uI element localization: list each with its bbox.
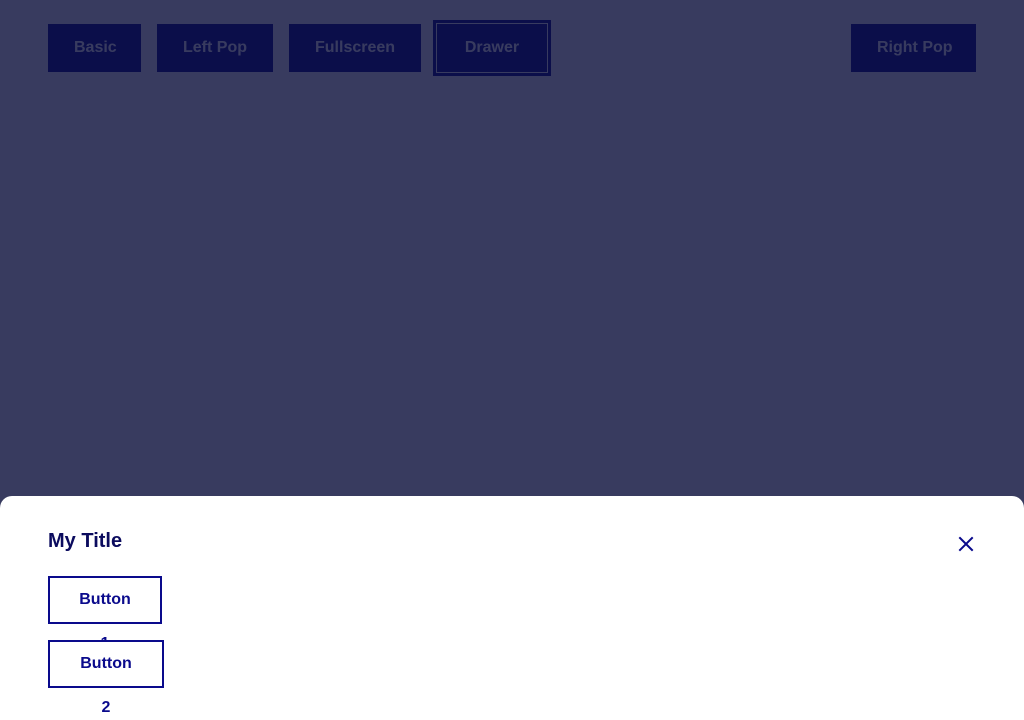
close-icon — [958, 536, 974, 552]
right-pop-button[interactable]: Right Pop — [851, 24, 976, 72]
close-button[interactable] — [954, 532, 978, 556]
drawer-button-2[interactable]: Button 2 — [48, 640, 164, 716]
drawer-button[interactable]: Drawer — [433, 20, 551, 76]
left-pop-button[interactable]: Left Pop — [157, 24, 273, 72]
app-page: Basic Left Pop Fullscreen Drawer Right P… — [0, 0, 1024, 720]
basic-button[interactable]: Basic — [48, 24, 141, 72]
bottom-drawer: My Title Button 1 Button 2 — [0, 496, 1024, 720]
fullscreen-button[interactable]: Fullscreen — [289, 24, 421, 72]
demo-toolbar: Basic Left Pop Fullscreen Drawer Right P… — [48, 20, 976, 76]
drawer-title: My Title — [48, 530, 123, 552]
drawer-button-1[interactable]: Button 1 — [48, 576, 162, 652]
